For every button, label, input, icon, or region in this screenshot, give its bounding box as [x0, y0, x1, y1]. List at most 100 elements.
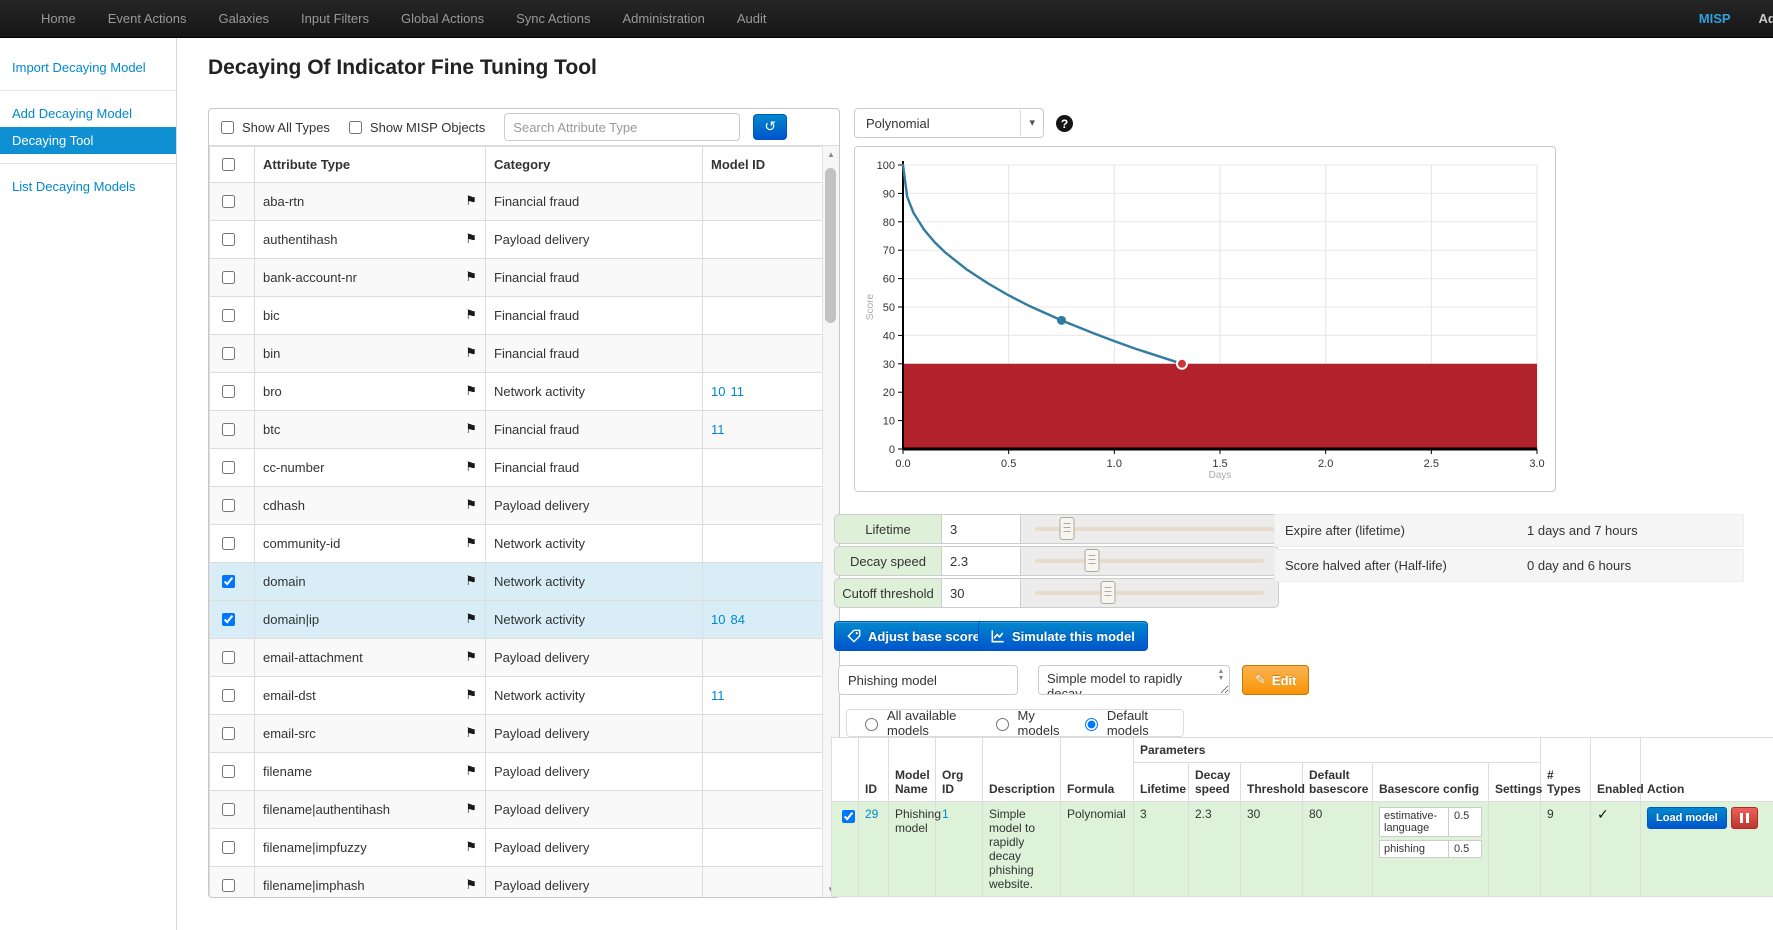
attribute-checkbox[interactable] — [222, 271, 235, 284]
sidebar-item-list-decaying-models[interactable]: List Decaying Models — [0, 173, 176, 200]
sidebar-item-import-decaying-model[interactable]: Import Decaying Model — [0, 54, 176, 81]
model-id-link[interactable]: 29 — [865, 807, 878, 821]
show-all-types-checkbox[interactable] — [221, 121, 234, 134]
radio-input[interactable] — [996, 718, 1009, 731]
attribute-row[interactable]: cdhash⚑Payload delivery — [210, 487, 826, 525]
nav-item-input-filters[interactable]: Input Filters — [285, 0, 385, 38]
attribute-row[interactable]: email-src⚑Payload delivery — [210, 715, 826, 753]
attribute-row[interactable]: email-dst⚑Network activity11 — [210, 677, 826, 715]
attribute-row[interactable]: bro⚑Network activity1011 — [210, 373, 826, 411]
decay-speed-slider-handle[interactable] — [1085, 549, 1100, 572]
edit-model-button[interactable]: ✎ Edit — [1242, 665, 1309, 695]
formula-select[interactable]: Polynomial ▾ — [854, 108, 1044, 138]
attribute-checkbox[interactable] — [222, 727, 235, 740]
attribute-checkbox[interactable] — [222, 195, 235, 208]
textarea-scroll-arrows[interactable]: ▲ ▼ — [1216, 668, 1226, 682]
model-id-link[interactable]: 10 — [711, 612, 725, 627]
attribute-row[interactable]: aba-rtn⚑Financial fraud — [210, 183, 826, 221]
model-id-link[interactable]: 11 — [730, 384, 744, 399]
nav-item-administration[interactable]: Administration — [607, 0, 721, 38]
lifetime-slider-track[interactable] — [1035, 527, 1302, 531]
attribute-row[interactable]: bin⚑Financial fraud — [210, 335, 826, 373]
sidebar-item-add-decaying-model[interactable]: Add Decaying Model — [0, 100, 176, 127]
lifetime-slider[interactable] — [1021, 515, 1316, 543]
attribute-checkbox[interactable] — [222, 499, 235, 512]
decay-speed-slider-track[interactable] — [1035, 559, 1264, 563]
attribute-row[interactable]: authentihash⚑Payload delivery — [210, 221, 826, 259]
model-name-input[interactable] — [838, 665, 1018, 695]
attribute-row[interactable]: filename|imphash⚑Payload delivery — [210, 867, 826, 898]
attribute-row[interactable]: filename|impfuzzy⚑Payload delivery — [210, 829, 826, 867]
lifetime-input[interactable] — [942, 515, 1021, 543]
radio-default-models[interactable]: Default models — [1080, 708, 1170, 738]
search-attribute-input[interactable] — [504, 113, 740, 141]
model-checkbox[interactable] — [842, 810, 855, 823]
lifetime-slider-handle[interactable] — [1059, 517, 1074, 540]
attribute-checkbox[interactable] — [222, 651, 235, 664]
refresh-button[interactable]: ↺ — [753, 114, 787, 140]
attribute-checkbox[interactable] — [222, 537, 235, 550]
radio-all-available-models[interactable]: All available models — [860, 708, 973, 738]
user-menu[interactable]: Admin — [1759, 11, 1773, 26]
attribute-row[interactable]: cc-number⚑Financial fraud — [210, 449, 826, 487]
attribute-model-id-cell: 11 — [703, 677, 826, 715]
nav-item-home[interactable]: Home — [25, 0, 92, 38]
misp-brand-link[interactable]: MISP — [1699, 11, 1731, 26]
attribute-row[interactable]: bic⚑Financial fraud — [210, 297, 826, 335]
load-model-button[interactable]: Load model — [1647, 807, 1727, 829]
nav-item-sync-actions[interactable]: Sync Actions — [500, 0, 606, 38]
simulate-model-button[interactable]: Simulate this model — [978, 621, 1148, 651]
attribute-checkbox[interactable] — [222, 575, 235, 588]
model-id-link[interactable]: 11 — [711, 422, 725, 437]
attribute-checkbox[interactable] — [222, 765, 235, 778]
model-row[interactable]: 29Phishing model1Simple model to rapidly… — [832, 802, 1773, 897]
radio-input[interactable] — [865, 718, 878, 731]
sidebar-item-decaying-tool[interactable]: Decaying Tool — [0, 127, 176, 154]
cutoff-threshold-slider-handle[interactable] — [1101, 581, 1116, 604]
attribute-row[interactable]: email-attachment⚑Payload delivery — [210, 639, 826, 677]
attribute-checkbox[interactable] — [222, 309, 235, 322]
nav-item-galaxies[interactable]: Galaxies — [202, 0, 285, 38]
attribute-checkbox[interactable] — [222, 461, 235, 474]
attribute-row[interactable]: community-id⚑Network activity — [210, 525, 826, 563]
decay-speed-input[interactable] — [942, 547, 1021, 575]
cutoff-threshold-input[interactable] — [942, 579, 1021, 607]
nav-item-audit[interactable]: Audit — [721, 0, 783, 38]
radio-my-models[interactable]: My models — [991, 708, 1062, 738]
attribute-checkbox[interactable] — [222, 233, 235, 246]
model-description-textarea[interactable]: Simple model to rapidly decay — [1038, 665, 1230, 695]
nav-item-event-actions[interactable]: Event Actions — [92, 0, 203, 38]
nav-item-global-actions[interactable]: Global Actions — [385, 0, 500, 38]
attribute-checkbox[interactable] — [222, 879, 235, 892]
attribute-checkbox[interactable] — [222, 689, 235, 702]
attribute-row[interactable]: filename|authentihash⚑Payload delivery — [210, 791, 826, 829]
adjust-base-score-button[interactable]: Adjust base score — [834, 621, 993, 651]
scrollbar-thumb[interactable] — [825, 168, 836, 323]
attribute-row[interactable]: domain|ip⚑Network activity1084 — [210, 601, 826, 639]
attribute-checkbox[interactable] — [222, 423, 235, 436]
cutoff-threshold-slider[interactable] — [1021, 579, 1278, 607]
model-id-link[interactable]: 10 — [711, 384, 725, 399]
org-id-link[interactable]: 1 — [942, 807, 949, 821]
attribute-checkbox[interactable] — [222, 385, 235, 398]
cutoff-threshold-slider-track[interactable] — [1035, 591, 1264, 595]
attribute-checkbox[interactable] — [222, 347, 235, 360]
model-id-link[interactable]: 11 — [711, 688, 725, 703]
scroll-up-icon[interactable]: ▲ — [823, 146, 839, 162]
show-misp-objects-checkbox[interactable] — [349, 121, 362, 134]
attribute-row[interactable]: bank-account-nr⚑Financial fraud — [210, 259, 826, 297]
attribute-row[interactable]: filename⚑Payload delivery — [210, 753, 826, 791]
textarea-up-icon[interactable]: ▲ — [1218, 668, 1225, 675]
attribute-checkbox[interactable] — [222, 841, 235, 854]
decay-speed-slider[interactable] — [1021, 547, 1278, 575]
radio-input[interactable] — [1085, 718, 1098, 731]
textarea-down-icon[interactable]: ▼ — [1218, 675, 1225, 682]
model-id-link[interactable]: 84 — [730, 612, 744, 627]
attribute-checkbox[interactable] — [222, 803, 235, 816]
help-icon[interactable]: ? — [1056, 115, 1073, 132]
attribute-row[interactable]: btc⚑Financial fraud11 — [210, 411, 826, 449]
attribute-checkbox[interactable] — [222, 613, 235, 626]
attribute-row[interactable]: domain⚑Network activity — [210, 563, 826, 601]
select-all-checkbox[interactable] — [222, 158, 235, 171]
pause-model-button[interactable] — [1731, 807, 1758, 829]
